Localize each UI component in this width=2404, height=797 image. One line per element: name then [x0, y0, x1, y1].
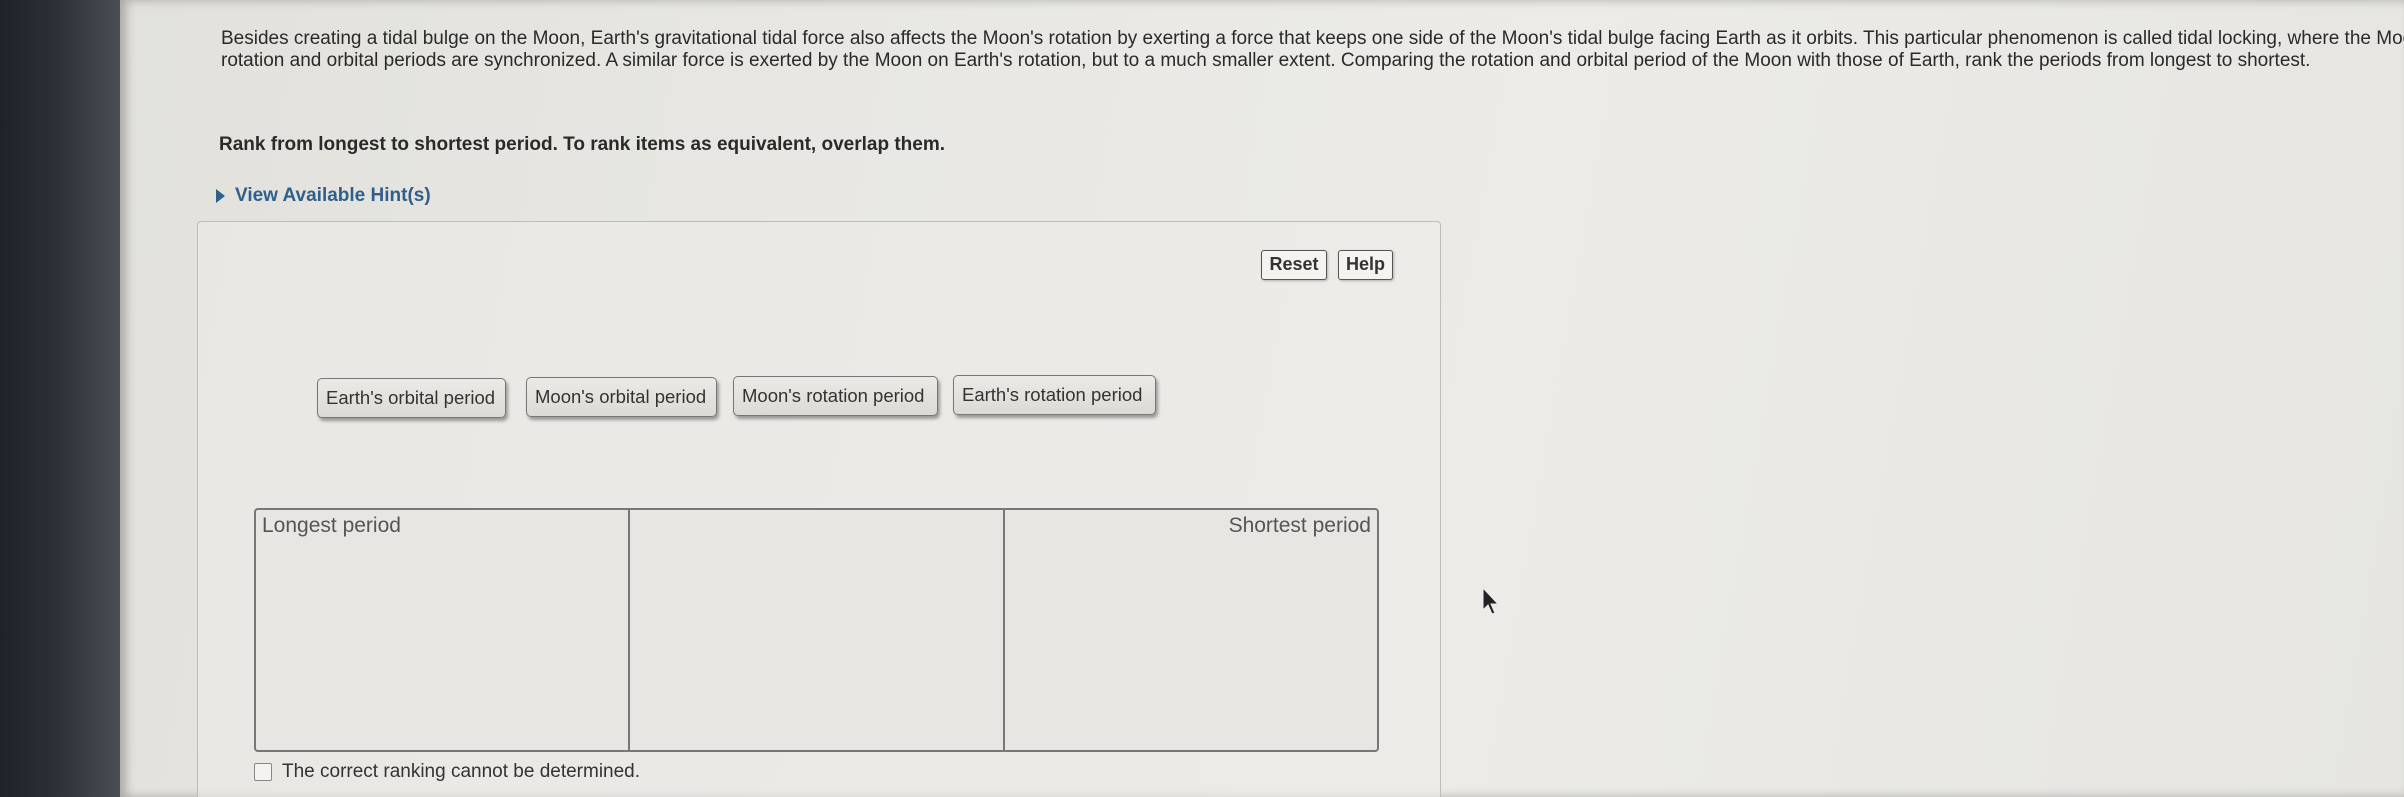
- ranking-slot-2[interactable]: [630, 510, 1005, 750]
- item-earth-rotation-period[interactable]: Earth's rotation period: [953, 375, 1156, 415]
- item-earth-orbital-period[interactable]: Earth's orbital period: [317, 378, 506, 418]
- item-moon-rotation-period[interactable]: Moon's rotation period: [733, 376, 938, 416]
- ranking-slot-1[interactable]: Longest period: [256, 510, 631, 750]
- cannot-determine-checkbox[interactable]: [254, 763, 272, 781]
- help-button[interactable]: Help: [1338, 250, 1393, 280]
- cannot-determine-label: The correct ranking cannot be determined…: [282, 761, 641, 782]
- ranking-slot-3[interactable]: Shortest period: [1005, 510, 1377, 750]
- mouse-pointer-icon: [1482, 587, 1500, 615]
- ranking-instruction: Rank from longest to shortest period. To…: [219, 134, 946, 155]
- cannot-determine-option[interactable]: The correct ranking cannot be determined…: [254, 761, 640, 783]
- ranking-drop-zone: Longest period Shortest period: [254, 508, 1379, 752]
- view-hints-label: View Available Hint(s): [235, 185, 431, 206]
- ranking-widget: Reset Help Earth's orbital period Moon's…: [197, 221, 1500, 797]
- item-moon-orbital-period[interactable]: Moon's orbital period: [526, 377, 717, 417]
- reset-button[interactable]: Reset: [1261, 250, 1327, 280]
- screen-bezel: [0, 0, 120, 797]
- view-hints-toggle[interactable]: View Available Hint(s): [216, 185, 431, 207]
- shortest-period-label: Shortest period: [1224, 514, 1375, 538]
- problem-statement: Besides creating a tidal bulge on the Mo…: [221, 28, 2404, 71]
- caret-right-icon: [216, 189, 225, 203]
- problem-page: Besides creating a tidal bulge on the Mo…: [120, 0, 2404, 797]
- longest-period-label: Longest period: [258, 514, 405, 538]
